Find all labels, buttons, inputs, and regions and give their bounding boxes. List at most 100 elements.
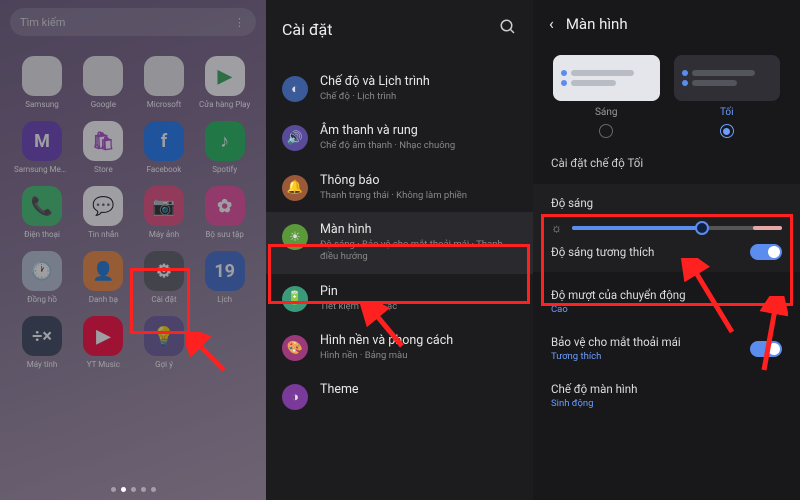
app-label: Bộ sưu tập [205, 230, 243, 239]
app-m-y-nh[interactable]: 📷Máy ảnh [137, 186, 192, 239]
settings-item-title: Thông báo [320, 173, 517, 188]
app-samsung[interactable]: Samsung [14, 56, 70, 109]
app--ng-h-[interactable]: 🕐Đồng hồ [14, 251, 70, 304]
app-store[interactable]: 🛍 Store [76, 121, 131, 174]
app-google[interactable]: Google [76, 56, 131, 109]
app-g-i-[interactable]: 💡 Gợi ý [137, 316, 192, 369]
more-icon[interactable]: ⋮ [234, 16, 246, 29]
dark-mode-settings-link[interactable]: Cài đặt chế độ Tối [533, 144, 800, 178]
settings-item-subtitle: Hình nền · Bảng màu [320, 350, 517, 362]
app-label: Gợi ý [155, 360, 173, 369]
app-icon: 📞 [22, 186, 62, 226]
app-label: Tin nhắn [88, 230, 119, 239]
dark-radio[interactable] [720, 124, 734, 138]
display-title: Màn hình [566, 15, 628, 33]
light-mode-card[interactable]: Sáng [553, 55, 660, 138]
app-yt-music[interactable]: ▶YT Music [76, 316, 131, 369]
page-indicator [0, 487, 266, 492]
eye-comfort-toggle[interactable] [750, 341, 782, 357]
settings-item-subtitle: Thanh trạng thái · Không làm phiền [320, 190, 517, 202]
settings-item-title: Hình nền và phong cách [320, 333, 517, 348]
adaptive-label: Độ sáng tương thích [551, 245, 654, 259]
app-icon: ♪ [205, 121, 245, 161]
settings-item-ch-v-l-ch-tr-nh[interactable]: ◐ Chế độ và Lịch trình Chế độ · Lịch trình [266, 64, 533, 113]
motion-smoothness-item[interactable]: Độ mượt của chuyển động Cao [533, 278, 800, 325]
display-settings-panel: ‹ Màn hình Sáng Tối Cài đặt chế độ Tối Đ… [533, 0, 800, 500]
app-b-s-u-t-p[interactable]: ✿ Bộ sưu tập [197, 186, 252, 239]
light-label: Sáng [595, 107, 618, 118]
settings-item-title: Âm thanh và rung [320, 123, 517, 138]
app--i-n-tho-i[interactable]: 📞Điện thoại [14, 186, 70, 239]
search-bar[interactable]: Tìm kiếm ⋮ [10, 8, 256, 36]
app-danh-b-[interactable]: 👤 Danh bạ [76, 251, 131, 304]
app-icon: ▶ [205, 56, 245, 96]
app-m-y-t-nh[interactable]: ÷× Máy tính [14, 316, 70, 369]
settings-item-m-n-h-nh[interactable]: ☀Màn hìnhĐộ sáng · Bảo vệ cho mắt thoải … [266, 212, 533, 274]
app-label: Samsung [25, 100, 59, 109]
app-grid: Samsung GoogleMicrosoft▶Cửa hàng Play MSam… [10, 56, 256, 369]
app-facebook[interactable]: fFacebook [137, 121, 192, 174]
settings-item-icon: ◐ [282, 76, 308, 102]
app-c-i-t[interactable]: ⚙ Cài đặt [137, 251, 192, 304]
app-icon: 19 [205, 251, 245, 291]
settings-item-subtitle: Tiết kiệm pin · Sạc [320, 301, 517, 313]
light-preview [553, 55, 660, 101]
settings-item-title: Pin [320, 284, 517, 299]
settings-title: Cài đặt [282, 20, 332, 39]
settings-item-icon: 🔊 [282, 125, 308, 151]
settings-item-subtitle: Chế độ âm thanh · Nhạc chuông [320, 140, 517, 152]
search-icon[interactable] [499, 18, 517, 40]
app-icon: ⚙ [144, 251, 184, 291]
app-icon: 👤 [83, 251, 123, 291]
settings-panel: Cài đặt ◐ Chế độ và Lịch trình Chế độ · Lị… [266, 0, 533, 500]
brightness-slider-row: ☼ [551, 220, 782, 236]
brightness-section: Độ sáng ☼ Độ sáng tương thích [533, 184, 800, 272]
screen-mode-item[interactable]: Chế độ màn hình Sinh động [533, 372, 800, 419]
app-samsung-memb-[interactable]: MSamsung Memb.. [14, 121, 70, 174]
app-l-ch[interactable]: 19Lịch [197, 251, 252, 304]
app-icon: 🛍 [83, 121, 123, 161]
app-label: Danh bạ [89, 295, 118, 304]
settings-item--m-thanh-v-rung[interactable]: 🔊 Âm thanh và rung Chế độ âm thanh · Nhạc … [266, 113, 533, 162]
app-label: Store [94, 165, 113, 174]
brightness-label: Độ sáng [551, 196, 782, 210]
app-label: YT Music [87, 360, 120, 369]
search-placeholder: Tìm kiếm [20, 16, 65, 29]
settings-list: ◐ Chế độ và Lịch trình Chế độ · Lịch trình… [266, 64, 533, 420]
app-icon: ✿ [205, 186, 245, 226]
settings-item-icon: ☀ [282, 224, 308, 250]
app-icon: 💬 [83, 186, 123, 226]
display-header: ‹ Màn hình [533, 0, 800, 41]
app-tin-nh-n[interactable]: 💬 Tin nhắn [76, 186, 131, 239]
app-c-a-h-ng-play[interactable]: ▶Cửa hàng Play [197, 56, 252, 109]
home-screen-panel: Tìm kiếm ⋮ Samsung GoogleMicrosoft▶Cửa hà… [0, 0, 266, 500]
app-spotify[interactable]: ♪Spotify [197, 121, 252, 174]
app-icon: 💡 [144, 316, 184, 356]
settings-item-theme[interactable]: ◑Theme [266, 372, 533, 420]
settings-item-icon: 🔋 [282, 286, 308, 312]
brightness-slider[interactable] [572, 220, 782, 236]
adaptive-toggle[interactable] [750, 244, 782, 260]
settings-item-h-nh-n-n-v-phong-c-ch[interactable]: 🎨Hình nền và phong cáchHình nền · Bảng m… [266, 323, 533, 372]
app-icon [83, 56, 123, 96]
back-icon[interactable]: ‹ [549, 14, 554, 33]
app-icon [144, 56, 184, 96]
settings-item-pin[interactable]: 🔋 Pin Tiết kiệm pin · Sạc [266, 274, 533, 323]
settings-item-title: Theme [320, 382, 517, 397]
app-icon: 📷 [144, 186, 184, 226]
settings-item-subtitle: Chế độ · Lịch trình [320, 91, 517, 103]
app-icon: f [144, 121, 184, 161]
settings-item-icon: 🔔 [282, 175, 308, 201]
light-radio[interactable] [599, 124, 613, 138]
app-icon: ÷× [22, 316, 62, 356]
settings-item-th-ng-b-o[interactable]: 🔔 Thông báo Thanh trạng thái · Không làm p… [266, 163, 533, 212]
app-label: Samsung Memb.. [14, 165, 70, 174]
settings-item-subtitle: Độ sáng · Bảo vệ cho mắt thoải mái · Tha… [320, 239, 517, 264]
app-label: Cài đặt [151, 295, 176, 304]
app-label: Máy tính [27, 360, 57, 369]
dark-mode-card[interactable]: Tối [674, 55, 781, 138]
app-microsoft[interactable]: Microsoft [137, 56, 192, 109]
eye-comfort-item[interactable]: Bảo vệ cho mắt thoải mái Tương thích [533, 325, 800, 372]
settings-item-title: Chế độ và Lịch trình [320, 74, 517, 89]
app-label: Đồng hồ [27, 295, 57, 304]
